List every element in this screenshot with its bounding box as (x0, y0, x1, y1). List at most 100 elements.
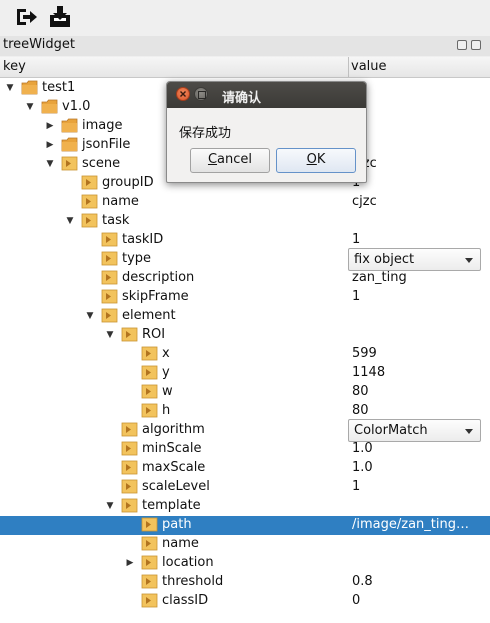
item-icon (101, 289, 118, 304)
dock-title-bar: treeWidget (0, 36, 490, 56)
cancel-button[interactable]: Cancel (190, 148, 270, 173)
tree-row[interactable]: scaleLevel 1 (0, 478, 490, 497)
ok-mnemonic: O (306, 152, 317, 167)
value-combobox[interactable]: fix object (348, 248, 481, 271)
item-icon (61, 156, 78, 171)
folder-icon (41, 99, 58, 114)
save-icon[interactable] (47, 4, 73, 30)
tree-key: description (122, 270, 195, 285)
tree-value: 1148 (352, 365, 386, 380)
dock-title: treeWidget (3, 37, 75, 52)
tree-row[interactable]: algorithm ColorMatch (0, 419, 490, 442)
tree-key: test1 (42, 80, 76, 95)
tree-value: 80 (352, 384, 369, 399)
item-icon (121, 479, 138, 494)
expand-down-icon[interactable]: ▼ (85, 311, 95, 321)
ok-rest: K (316, 152, 326, 167)
tree-key: name (162, 536, 199, 551)
dialog-message: 保存成功 (179, 126, 232, 141)
item-icon (141, 346, 158, 361)
tree-key: maxScale (142, 460, 206, 475)
header-key[interactable]: key (3, 59, 26, 74)
tree-row[interactable]: w 80 (0, 383, 490, 402)
tree-row[interactable]: threshold 0.8 (0, 573, 490, 592)
tree-row[interactable]: x 599 (0, 345, 490, 364)
tree-key: jsonFile (82, 137, 131, 152)
item-icon (141, 574, 158, 589)
tree-row[interactable]: ▼ task (0, 212, 490, 231)
tree-key: ROI (142, 327, 166, 342)
tree-key: threshold (162, 574, 224, 589)
tree-key: scaleLevel (142, 479, 210, 494)
tree-row[interactable]: classID 0 (0, 592, 490, 611)
combobox-value: ColorMatch (354, 423, 428, 438)
tree-key: h (162, 403, 171, 418)
tree-row[interactable]: type fix object (0, 248, 490, 271)
item-icon (141, 365, 158, 380)
tree-row[interactable]: maxScale 1.0 (0, 459, 490, 478)
tree-row[interactable]: ▼ template (0, 497, 490, 516)
item-icon (141, 517, 158, 532)
header-divider[interactable] (348, 57, 349, 77)
tree-value: 1 (352, 232, 361, 247)
header-value[interactable]: value (351, 59, 387, 74)
tree-value: /image/zan_ting… (352, 517, 469, 532)
close-icon[interactable] (471, 40, 481, 50)
tree-key: minScale (142, 441, 202, 456)
item-icon (121, 327, 138, 342)
ok-button[interactable]: OK (276, 148, 356, 173)
tree-key: y (162, 365, 170, 380)
tree-key: template (142, 498, 201, 513)
expand-down-icon[interactable]: ▼ (65, 216, 75, 226)
tree-value: 1 (352, 479, 361, 494)
tree-value: 599 (352, 346, 377, 361)
tree-value: 1 (352, 289, 361, 304)
tree-value: zan_ting (352, 270, 407, 285)
expand-right-icon[interactable]: ▶ (45, 140, 55, 150)
tree-row[interactable]: skipFrame 1 (0, 288, 490, 307)
tree-row[interactable]: ▶ location (0, 554, 490, 573)
expand-down-icon[interactable]: ▼ (25, 102, 35, 112)
expand-right-icon[interactable]: ▶ (125, 558, 135, 568)
value-combobox[interactable]: ColorMatch (348, 419, 481, 442)
tree-row[interactable]: ▼ ROI (0, 326, 490, 345)
tree-row[interactable]: minScale 1.0 (0, 440, 490, 459)
float-icon[interactable] (457, 40, 467, 50)
dialog-close-icon[interactable] (176, 87, 190, 101)
tree-key: type (122, 251, 152, 266)
tree-row[interactable]: name cjzc (0, 193, 490, 212)
expand-down-icon[interactable]: ▼ (5, 83, 15, 93)
tree-key: skipFrame (122, 289, 189, 304)
tree-key: algorithm (142, 422, 205, 437)
expand-down-icon[interactable]: ▼ (105, 330, 115, 340)
tree-value: 0 (352, 593, 361, 608)
exit-icon[interactable] (14, 4, 40, 30)
tree-key: scene (82, 156, 121, 171)
tree-key: taskID (122, 232, 164, 247)
item-icon (141, 593, 158, 608)
folder-icon (61, 118, 78, 133)
confirm-dialog: 请确认 保存成功 Cancel OK (166, 81, 367, 183)
tree-row[interactable]: y 1148 (0, 364, 490, 383)
tree-row[interactable]: path/image/zan_ting… (0, 516, 490, 535)
tree-key: image (82, 118, 123, 133)
dialog-title: 请确认 (222, 91, 262, 106)
item-icon (121, 441, 138, 456)
expand-down-icon[interactable]: ▼ (105, 501, 115, 511)
cancel-mnemonic: C (207, 152, 218, 167)
item-icon (81, 175, 98, 190)
expand-down-icon[interactable]: ▼ (45, 159, 55, 169)
item-icon (121, 422, 138, 437)
tree-row[interactable]: name (0, 535, 490, 554)
expand-right-icon[interactable]: ▶ (45, 121, 55, 131)
tree-row[interactable]: ▼ element (0, 307, 490, 326)
tree-key: w (162, 384, 173, 399)
tree-header: key value (0, 57, 490, 78)
item-icon (101, 308, 118, 323)
tree-row[interactable]: description zan_ting (0, 269, 490, 288)
tree-key: classID (162, 593, 209, 608)
dialog-minimize-icon[interactable] (194, 87, 208, 101)
item-icon (141, 555, 158, 570)
tree-value: 1.0 (352, 441, 373, 456)
item-icon (101, 232, 118, 247)
